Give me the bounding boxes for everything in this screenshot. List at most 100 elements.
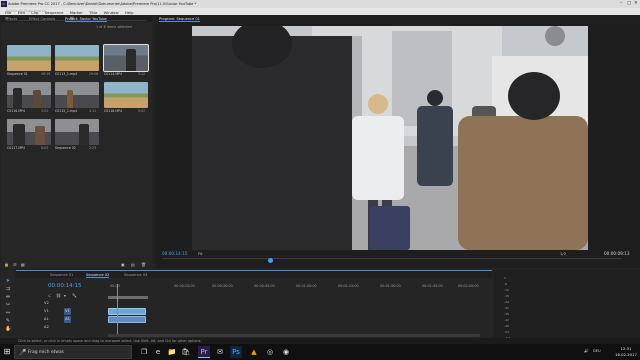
track-label: V2 bbox=[44, 301, 49, 305]
edge-icon[interactable]: e bbox=[152, 346, 164, 358]
timeline-ruler[interactable]: 00:00 00:00:15:00 00:00:30:00 00:00:45:0… bbox=[108, 284, 488, 290]
firefox-icon[interactable]: ◉ bbox=[280, 346, 292, 358]
thumbnail-sequence-01[interactable] bbox=[7, 45, 51, 71]
clip-name: Sequence 01 bbox=[7, 72, 28, 76]
ruler-tick: 00:01:15:00 bbox=[338, 284, 359, 288]
ruler-tick: 00:01:45:00 bbox=[422, 284, 443, 288]
vlc-icon[interactable]: ▲ bbox=[248, 346, 260, 358]
delete-icon[interactable]: 🗑 bbox=[141, 262, 146, 267]
wrench-icon[interactable]: 🔧 bbox=[72, 293, 77, 298]
track-v1: V1 V1 bbox=[44, 308, 108, 315]
add-marker-icon[interactable]: ▾ bbox=[64, 293, 66, 298]
meter-scale-label: -18 bbox=[504, 294, 509, 298]
audio-meter-panel: 0 -6 -12 -18 -24 -30 -36 -42 -48 -54 S S bbox=[494, 270, 640, 346]
menu-title[interactable]: Title bbox=[89, 10, 97, 15]
razor-tool-icon[interactable]: ✂ bbox=[5, 302, 11, 308]
tab-sequence-02[interactable]: Sequence 02 bbox=[86, 273, 110, 278]
track-a2: A2 bbox=[44, 324, 108, 331]
program-playhead[interactable] bbox=[268, 258, 273, 263]
photoshop-icon[interactable]: Ps bbox=[230, 346, 242, 358]
windows-icon[interactable]: ⊞ bbox=[0, 344, 14, 360]
source-patch-v1[interactable]: V1 bbox=[64, 308, 71, 315]
menu-sequence[interactable]: Sequence bbox=[45, 10, 64, 15]
list-view-icon[interactable]: ☰ bbox=[13, 262, 17, 267]
track-label: A1 bbox=[44, 317, 49, 321]
premiere-logo-icon: Pr bbox=[1, 1, 7, 7]
menu-marker[interactable]: Marker bbox=[70, 10, 83, 15]
file-explorer-icon[interactable]: 📁 bbox=[166, 346, 178, 358]
window-titlebar: Pr Adobe Premiere Pro CC 2017 - C:\Benut… bbox=[0, 0, 640, 8]
program-scrub-bar[interactable] bbox=[162, 258, 622, 263]
linked-selection-icon[interactable]: ⛓ bbox=[56, 293, 61, 298]
clip-name: C0114.MP4 bbox=[104, 72, 123, 76]
source-patch-a1[interactable]: A1 bbox=[64, 316, 71, 323]
track-select-tool-icon[interactable]: ⇉ bbox=[5, 286, 11, 292]
tab-sequence-03[interactable]: Sequence 03 bbox=[124, 273, 147, 277]
snap-icon[interactable]: ⊂ bbox=[48, 293, 51, 298]
thumbnail-c0113[interactable] bbox=[55, 45, 99, 71]
clock-date: 16.02.2017 bbox=[615, 351, 637, 357]
timeline-playhead[interactable] bbox=[117, 284, 118, 336]
ripple-edit-tool-icon[interactable]: ⇹ bbox=[5, 294, 11, 300]
tab-program[interactable]: Program: Sequence 01 bbox=[159, 17, 200, 22]
clip-name: C0118.MP4 bbox=[104, 109, 123, 113]
thumbnail-c0118[interactable] bbox=[104, 82, 148, 108]
ruler-tick: 00:02:00:00 bbox=[458, 284, 479, 288]
work-area-bar[interactable] bbox=[108, 296, 148, 299]
clip-duration: 4:11 bbox=[89, 109, 97, 113]
close-icon[interactable]: ✕ bbox=[634, 1, 638, 6]
timeline-scrollbar[interactable] bbox=[108, 334, 480, 337]
timeline-video-clip[interactable] bbox=[108, 308, 146, 315]
project-search-input[interactable]: ⌕ ▤ bbox=[6, 15, 146, 21]
lock-icon[interactable]: 🔒 bbox=[4, 262, 9, 267]
clip-duration: 5:02 bbox=[138, 109, 146, 113]
thumbnail-c0114[interactable] bbox=[103, 44, 149, 72]
search-bin-icon[interactable]: ▤ bbox=[70, 15, 74, 20]
thumbnail-c0117[interactable] bbox=[7, 119, 51, 145]
program-current-timecode[interactable]: 00:00:14:15 bbox=[162, 251, 188, 256]
meter-scale-label: -42 bbox=[504, 318, 509, 322]
clip-name: C0113_1.mp4 bbox=[55, 72, 78, 76]
timeline-audio-clip[interactable] bbox=[108, 316, 146, 323]
clip-duration: 29:08 bbox=[89, 72, 99, 76]
meter-scale-label: -12 bbox=[504, 288, 509, 292]
timeline-timecode[interactable]: 00:00:14:15 bbox=[48, 283, 82, 289]
taskbar-search-input[interactable]: 🎤 Frag mich etwas bbox=[14, 345, 132, 359]
maximize-icon[interactable]: □ bbox=[627, 1, 631, 6]
menu-window[interactable]: Window bbox=[104, 10, 119, 15]
meter-scale-label: 0 bbox=[504, 276, 506, 280]
language-indicator[interactable]: DEU bbox=[593, 349, 601, 353]
task-view-icon[interactable]: ❐ bbox=[138, 346, 150, 358]
store-icon[interactable]: 🛍 bbox=[180, 346, 192, 358]
slip-tool-icon[interactable]: ↔ bbox=[5, 310, 11, 316]
new-bin-icon[interactable]: ▣ bbox=[121, 262, 125, 267]
minimize-icon[interactable]: – bbox=[620, 1, 622, 6]
track-v2: V2 bbox=[44, 300, 108, 307]
tab-sequence-01[interactable]: Sequence 01 bbox=[50, 273, 73, 277]
meter-scale-label: -48 bbox=[504, 324, 509, 328]
chrome-icon[interactable]: ◎ bbox=[264, 346, 276, 358]
thumbnail-c0116[interactable] bbox=[7, 82, 51, 108]
thumbnail-c0115[interactable] bbox=[55, 82, 99, 108]
track-a1: A1 A1 bbox=[44, 316, 108, 323]
clip-name: C0116.MP4 bbox=[7, 109, 26, 113]
taskbar-clock[interactable]: 12:31 16.02.2017 bbox=[612, 346, 640, 358]
mail-icon[interactable]: ✉ bbox=[214, 346, 226, 358]
new-item-icon[interactable]: ▤ bbox=[131, 262, 135, 267]
thumbnail-sequence-02[interactable] bbox=[55, 119, 99, 145]
ruler-tick: 00:00:15:00 bbox=[174, 284, 195, 288]
icon-view-icon[interactable]: ▦ bbox=[21, 262, 25, 267]
program-video-frame[interactable] bbox=[192, 26, 588, 250]
hand-tool-icon[interactable]: ✋ bbox=[5, 326, 11, 332]
volume-icon[interactable]: 🔊 bbox=[584, 349, 588, 353]
selection-tool-icon[interactable]: ➤ bbox=[5, 278, 11, 284]
zoom-select[interactable]: Fit bbox=[198, 251, 202, 256]
resolution-select[interactable]: 1/2 bbox=[560, 251, 566, 256]
clip-name: C0115_1.mp4 bbox=[55, 109, 78, 113]
menu-help[interactable]: Help bbox=[125, 10, 134, 15]
track-label: V1 bbox=[44, 309, 49, 313]
pen-tool-icon[interactable]: ✎ bbox=[5, 318, 11, 324]
selection-count: 1 of 8 items selected bbox=[96, 25, 132, 29]
mic-icon: 🎤 bbox=[19, 349, 27, 356]
premiere-icon[interactable]: Pr bbox=[198, 346, 210, 358]
